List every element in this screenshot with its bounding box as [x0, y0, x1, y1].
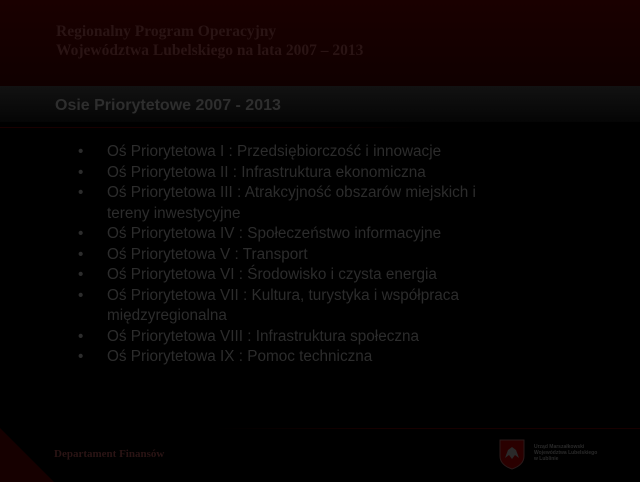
list-item: • Oś Priorytetowa II : Infrastruktura eko…: [0, 163, 512, 184]
list-item-text: Oś Priorytetowa I : Przedsiębiorczość i …: [107, 143, 442, 160]
header-banner: Regionalny Program Operacyjny Województw…: [0, 0, 640, 86]
program-title: Regionalny Program Operacyjny Województw…: [56, 22, 363, 60]
list-item: • Oś Priorytetowa VII : Kultura, turystyk…: [0, 286, 512, 327]
bullet: •: [78, 245, 84, 263]
program-title-line-1: Regionalny Program Operacyjny: [56, 23, 277, 40]
list-item-text: Oś Priorytetowa VII : Kultura, turystyka…: [107, 286, 459, 325]
coat-of-arms-icon: [499, 439, 525, 470]
priority-axes-list: • Oś Priorytetowa I : Przedsiębiorczość i…: [0, 142, 512, 368]
bullet: •: [78, 163, 84, 181]
list-item-text: Oś Priorytetowa II : Infrastruktura ekon…: [107, 163, 426, 181]
slide-title: Osie Priorytetowe 2007 - 2013: [55, 97, 281, 114]
slide: Regionalny Program Operacyjny Województw…: [0, 0, 640, 482]
list-item-text: Oś Priorytetowa IV : Społeczeństwo infor…: [107, 225, 442, 242]
bullet: •: [78, 286, 84, 304]
list-item: • Oś Priorytetowa I : Przedsiębiorczość i…: [0, 142, 512, 163]
department-name: Departament Finansów: [54, 448, 165, 460]
bullet: •: [78, 184, 84, 201]
office-name: Urząd Marszałkowski Województwa Lubelski…: [534, 444, 597, 462]
footer-corner-decoration: [0, 428, 54, 482]
program-title-line-2: Województwa Lubelskiego na lata 2007 – 2…: [56, 42, 364, 59]
office-name-line-3: w Lublinie: [534, 456, 559, 462]
list-item: • Oś Priorytetowa VIII : Infrastruktura s…: [0, 327, 512, 348]
footer-divider: [215, 428, 640, 429]
bullet: •: [78, 225, 84, 242]
bullet: •: [78, 348, 84, 365]
list-item: • Oś Priorytetowa IV : Społeczeństwo info…: [0, 224, 512, 245]
title-divider: [0, 127, 425, 128]
list-item-text: Oś Priorytetowa IX : Pomoc techniczna: [107, 348, 373, 365]
list-item-text: Oś Priorytetowa V : Transport: [107, 245, 308, 263]
bullet: •: [78, 266, 84, 283]
bullet: •: [78, 327, 84, 345]
list-item: • Oś Priorytetowa III : Atrakcyjność obsz…: [0, 183, 512, 224]
list-item: • Oś Priorytetowa VI : Środowisko i czyst…: [0, 265, 512, 286]
list-item: • Oś Priorytetowa V : Transport: [0, 245, 512, 266]
list-item-text: Oś Priorytetowa VI : Środowisko i czysta…: [107, 266, 437, 283]
bullet: •: [78, 143, 84, 160]
list-item: • Oś Priorytetowa IX : Pomoc techniczna: [0, 347, 512, 368]
list-item-text: Oś Priorytetowa III : Atrakcyjność obsza…: [107, 184, 476, 222]
list-item-text: Oś Priorytetowa VIII : Infrastruktura sp…: [107, 327, 420, 345]
